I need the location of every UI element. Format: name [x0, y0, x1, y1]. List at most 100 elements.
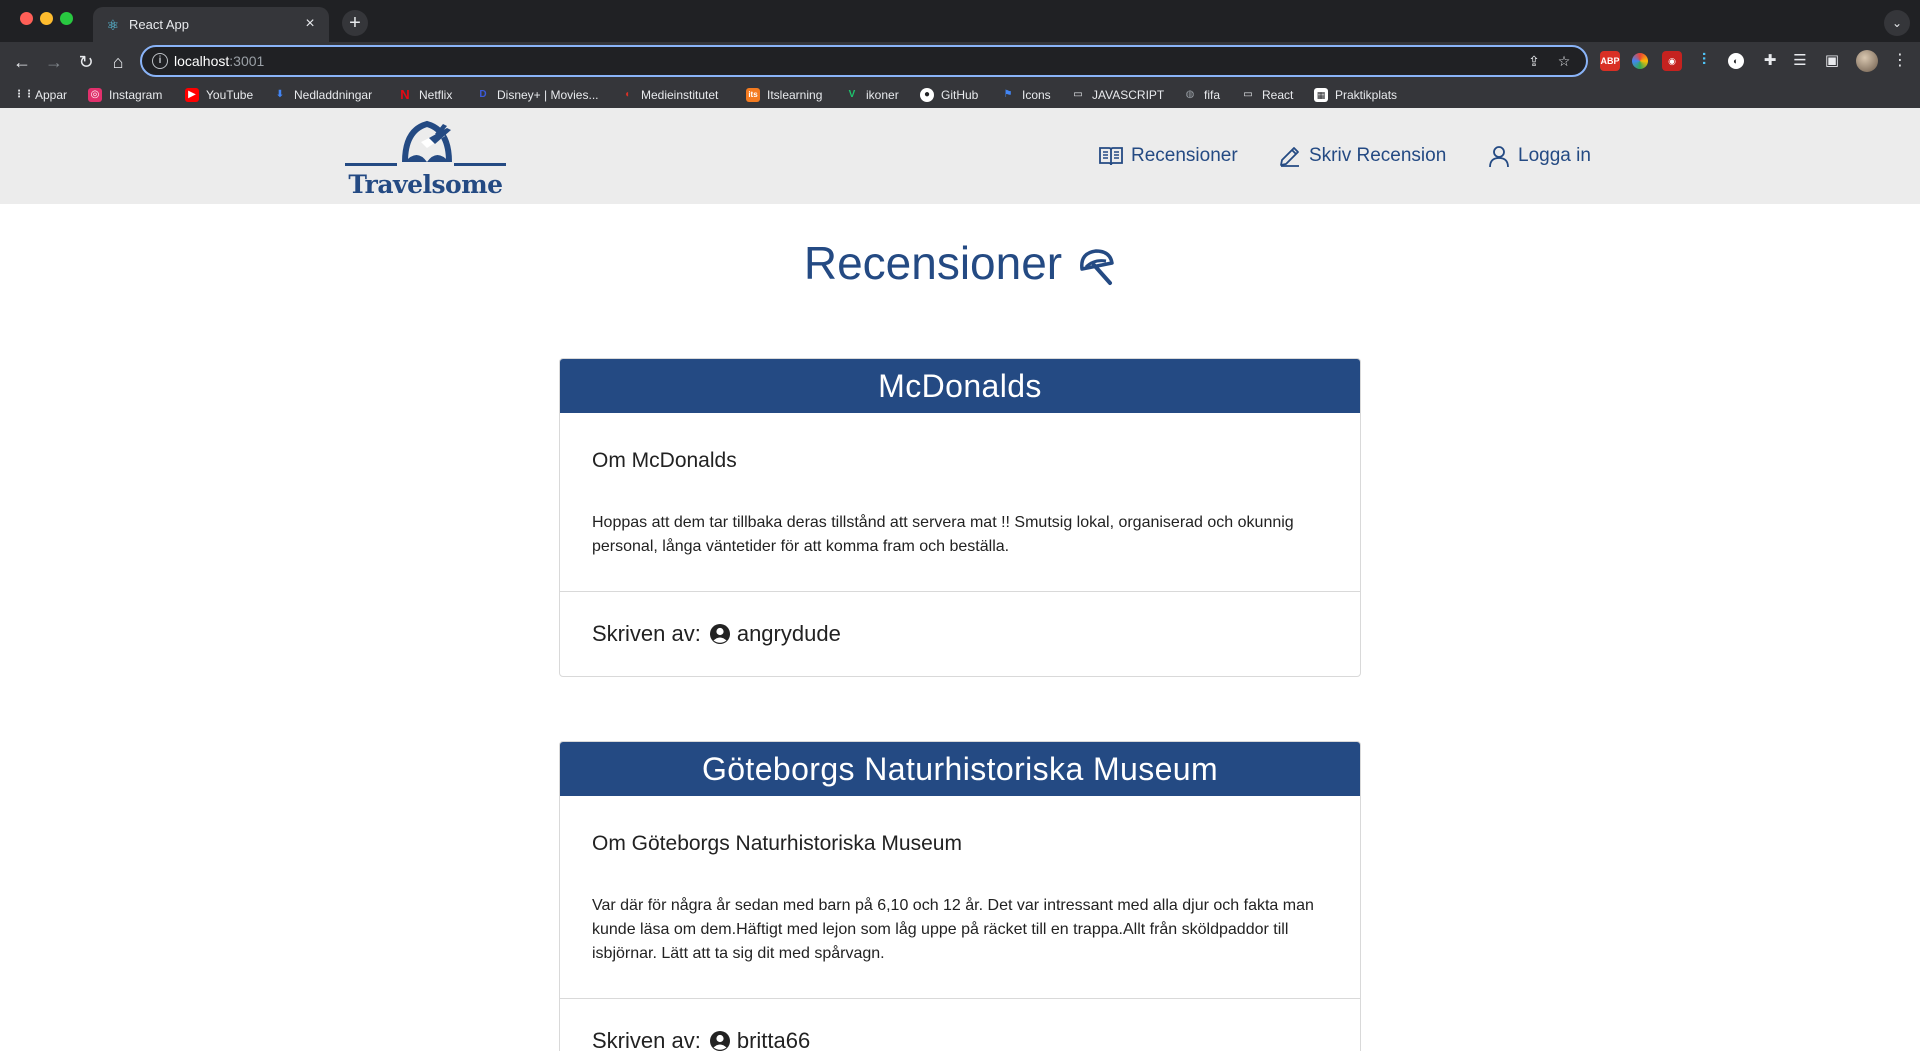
bookmark-youtube[interactable]: ▶ YouTube	[185, 86, 253, 104]
bookmark-label: ikoner	[866, 88, 899, 102]
praktikplats-icon: ▦	[1314, 88, 1328, 102]
bookmark-github[interactable]: ● GitHub	[920, 86, 978, 104]
reload-icon[interactable]: ↻	[74, 50, 98, 74]
bookmark-label: Appar	[35, 88, 68, 102]
nav-write-review-link[interactable]: Skriv Recension	[1278, 143, 1446, 169]
color-picker-extension-icon[interactable]	[1632, 53, 1648, 69]
profile-avatar[interactable]	[1856, 50, 1878, 72]
bookmark-star-icon[interactable]: ☆	[1554, 51, 1574, 71]
bookmark-praktikplats[interactable]: ▦ Praktikplats	[1314, 86, 1397, 104]
bookmark-label: fifa	[1204, 88, 1221, 102]
bars-extension-icon[interactable]: ⫶	[1694, 51, 1714, 71]
bookmark-appar[interactable]: ⋮⋮ Appar	[14, 86, 67, 104]
nav-login-link[interactable]: Logga in	[1487, 143, 1591, 169]
bookmark-icons[interactable]: ⚑ Icons	[1001, 86, 1051, 104]
bookmark-label: Icons	[1022, 88, 1051, 102]
url-host: localhost	[174, 53, 230, 69]
user-icon	[1489, 146, 1509, 168]
bookmarks-bar: ⋮⋮ Appar ◎ Instagram ▶ YouTube ⬇ Nedladdning…	[0, 82, 1920, 108]
github-icon: ●	[920, 88, 934, 102]
tab-search-chevron-icon[interactable]: ⌄	[1884, 10, 1910, 36]
nav-reviews-label: Recensioner	[1131, 145, 1238, 166]
nav-write-review-label: Skriv Recension	[1309, 145, 1447, 166]
instagram-icon: ◎	[88, 88, 102, 102]
reading-list-icon[interactable]: ☰	[1790, 51, 1810, 71]
bookmark-react[interactable]: ▭ React	[1241, 86, 1293, 104]
bookmark-label: Nedladdningar	[294, 88, 373, 102]
url-text[interactable]: localhost:3001	[174, 53, 264, 69]
flag-icon: ⚑	[1003, 89, 1013, 100]
disney-icon: D	[479, 89, 487, 100]
bookmark-disney[interactable]: D Disney+ | Movies...	[476, 86, 598, 104]
pencil-icon	[1280, 147, 1299, 167]
share-icon[interactable]: ⇪	[1524, 51, 1544, 71]
bookmark-medieinstitutet[interactable]: ◖ Medieinstitutet	[620, 86, 718, 104]
review-card-subtitle: Om McDonalds	[592, 449, 737, 472]
browser-chrome: ⚛ React App × + ⌄ ← → ↻ ⌂ i localhost:30…	[0, 0, 1920, 108]
open-book-icon	[1099, 147, 1123, 166]
review-card-body: Om Göteborgs Naturhistoriska Museum Var …	[560, 796, 1360, 999]
bookmark-nedladdningar[interactable]: ⬇ Nedladdningar	[273, 86, 372, 104]
back-arrow-icon[interactable]: ←	[10, 50, 34, 74]
bookmark-label: Praktikplats	[1335, 88, 1398, 102]
vuetify-icon: V	[848, 89, 856, 100]
travelsome-logo[interactable]: Travelsome	[343, 118, 508, 199]
bookmark-label: Disney+ | Movies...	[497, 88, 599, 102]
author-label: Skriven av:	[592, 1028, 701, 1051]
folder-icon: ▭	[1073, 89, 1083, 100]
bookmark-fifa[interactable]: ◍ fifa	[1183, 86, 1220, 104]
bookmark-netflix[interactable]: N Netflix	[398, 86, 452, 104]
review-card-footer: Skriven av: britta66	[560, 999, 1360, 1051]
adblock-extension-icon[interactable]: ABP	[1600, 51, 1620, 71]
beach-umbrella-plane-icon	[345, 120, 506, 166]
bookmark-label: Medieinstitutet	[641, 88, 719, 102]
globe-icon: ◍	[1185, 89, 1195, 100]
close-tab-icon[interactable]: ×	[301, 15, 319, 33]
bookmark-label: YouTube	[206, 88, 254, 102]
review-card-text: Var där för några år sedan med barn på 6…	[592, 897, 1314, 962]
side-panel-icon[interactable]: ▣	[1822, 51, 1842, 71]
screenshot-extension-icon[interactable]: ◉	[1662, 51, 1682, 71]
address-bar[interactable]: i localhost:3001 ⇪ ☆	[140, 45, 1588, 77]
bookmark-itslearning[interactable]: its Itslearning	[746, 86, 822, 104]
review-card-text: Hoppas att dem tar tillbaka deras tillst…	[592, 514, 1294, 555]
review-card-subtitle: Om Göteborgs Naturhistoriska Museum	[592, 832, 962, 855]
logo-text: Travelsome	[348, 170, 503, 199]
review-card-body: Om McDonalds Hoppas att dem tar tillbaka…	[560, 413, 1360, 592]
author-label: Skriven av:	[592, 621, 701, 646]
review-card-footer: Skriven av: angrydude	[560, 592, 1360, 676]
site-info-icon[interactable]: i	[152, 53, 168, 69]
review-card: Göteborgs Naturhistoriska Museum Om Göte…	[559, 741, 1361, 1051]
forward-arrow-icon[interactable]: →	[42, 50, 66, 74]
user-circle-icon	[709, 1030, 731, 1051]
close-window-button[interactable]	[20, 12, 33, 25]
page-title: Recensioner	[0, 236, 1920, 290]
home-icon[interactable]: ⌂	[106, 50, 130, 74]
bookmark-label: Instagram	[109, 88, 163, 102]
toolbar: ← → ↻ ⌂ i localhost:3001 ⇪ ☆ ABP ◉ ⫶ ◐ ✚…	[0, 42, 1920, 82]
browser-tab[interactable]: ⚛ React App ×	[93, 7, 329, 42]
review-card-title: McDonalds	[560, 359, 1360, 413]
zoom-window-button[interactable]	[60, 12, 73, 25]
review-card: McDonalds Om McDonalds Hoppas att dem ta…	[559, 358, 1361, 677]
new-tab-button[interactable]: +	[342, 10, 368, 36]
dark-reader-extension-icon[interactable]: ◐	[1728, 53, 1744, 69]
nav-reviews-link[interactable]: Recensioner	[1098, 143, 1238, 169]
medieinstitutet-icon: ◖	[623, 89, 631, 100]
browser-menu-icon[interactable]: ⋮	[1890, 50, 1910, 72]
bookmark-label: Netflix	[419, 88, 453, 102]
bookmark-label: React	[1262, 88, 1294, 102]
bookmark-instagram[interactable]: ◎ Instagram	[88, 86, 162, 104]
bookmark-label: Itslearning	[767, 88, 823, 102]
bookmark-ikoner[interactable]: Vikoner	[845, 86, 899, 104]
author-name: angrydude	[736, 621, 841, 646]
page-title-text: Recensioner	[803, 237, 1063, 289]
beach-umbrella-icon	[1080, 249, 1114, 285]
folder-icon: ▭	[1243, 89, 1253, 100]
bookmark-javascript[interactable]: ▭ JAVASCRIPT	[1071, 86, 1164, 104]
nav-login-label: Logga in	[1518, 145, 1591, 166]
netflix-icon: N	[400, 87, 410, 102]
author-name: britta66	[736, 1028, 811, 1051]
extensions-puzzle-icon[interactable]: ✚	[1760, 51, 1780, 71]
minimize-window-button[interactable]	[40, 12, 53, 25]
